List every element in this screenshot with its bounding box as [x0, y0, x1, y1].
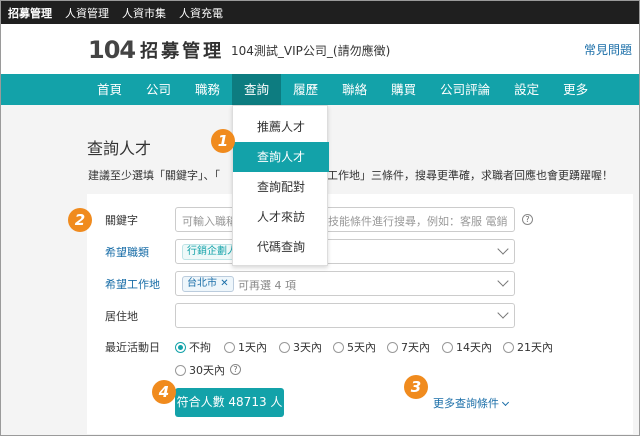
radio-icon — [503, 341, 514, 353]
radio-label: 7天內 — [401, 341, 430, 354]
browser-frame: 招募管理 人資管理 人資市集 人資充電 104 招募管理 104測試_VIP公司… — [0, 0, 640, 436]
radio-21day[interactable]: 21天內 — [503, 339, 553, 355]
step-badge-4: 4 — [152, 380, 176, 404]
company-name: 104測試_VIP公司_(請勿應徵) — [231, 44, 391, 58]
location-tag-text: 台北市 — [187, 278, 217, 289]
chevron-down-icon — [497, 243, 509, 255]
nav-more[interactable]: 更多 — [551, 74, 600, 105]
radio-label: 不拘 — [189, 341, 211, 354]
residence-select[interactable] — [175, 303, 515, 328]
radio-14day[interactable]: 14天內 — [442, 339, 492, 355]
more-criteria-link[interactable]: 更多查詢條件 — [433, 395, 510, 411]
radio-5day[interactable]: 5天內 — [333, 339, 376, 355]
nav-company-reviews[interactable]: 公司評論 — [428, 74, 502, 105]
faq-link[interactable]: 常見問題 — [584, 41, 632, 58]
help-icon[interactable]: ? — [230, 364, 241, 375]
radio-icon — [387, 341, 398, 353]
radio-1day[interactable]: 1天內 — [224, 339, 267, 355]
header: 104 招募管理 104測試_VIP公司_(請勿應徵) 常見問題 — [1, 24, 639, 74]
radio-label: 5天內 — [347, 341, 376, 354]
topbar-item-recruit[interactable]: 招募管理 — [8, 5, 52, 21]
menu-item-search-talent[interactable]: 查詢人才 — [233, 142, 329, 172]
more-criteria-label: 更多查詢條件 — [433, 397, 499, 410]
radio-icon — [224, 341, 235, 353]
menu-item-code-search[interactable]: 代碼查詢 — [233, 232, 329, 262]
main-nav: 首頁 公司 職務 查詢 履歷 聯絡 購買 公司評論 設定 更多 — [1, 74, 639, 105]
location-hint: 可再選 4 項 — [238, 279, 296, 292]
radio-selected-icon — [175, 341, 186, 353]
location-tag[interactable]: 台北市 ✕ — [182, 276, 234, 292]
nav-contact[interactable]: 聯絡 — [330, 74, 379, 105]
nav-search[interactable]: 查詢 — [232, 74, 282, 105]
logo-number: 104 — [88, 36, 136, 64]
chevron-down-icon — [497, 307, 509, 319]
help-icon[interactable]: ? — [522, 214, 533, 225]
radio-label: 1天內 — [238, 341, 267, 354]
nav-company[interactable]: 公司 — [134, 74, 183, 105]
nav-resumes[interactable]: 履歷 — [281, 74, 330, 105]
search-dropdown-menu: 推薦人才 查詢人才 查詢配對 人才來訪 代碼查詢 — [232, 105, 329, 266]
step-badge-3: 3 — [404, 375, 428, 399]
radio-7day[interactable]: 7天內 — [387, 339, 430, 355]
radio-any[interactable]: 不拘 — [175, 339, 211, 355]
keyword-placeholder-right: 技能條件進行搜尋，例如：客服 電銷 — [328, 215, 508, 228]
category-select[interactable]: 行銷企劃人 — [175, 239, 515, 264]
chevron-down-icon — [501, 398, 510, 407]
radio-icon — [279, 341, 290, 353]
nav-home[interactable]: 首頁 — [85, 74, 134, 105]
location-label: 希望工作地 — [105, 278, 160, 291]
menu-item-recommended[interactable]: 推薦人才 — [233, 112, 329, 142]
radio-30day[interactable]: 30天內 — [175, 362, 225, 378]
radio-label: 21天內 — [517, 341, 553, 354]
topbar-item-market[interactable]: 人資市集 — [122, 5, 166, 21]
activity-label: 最近活動日 — [105, 341, 160, 354]
step-badge-2: 2 — [68, 208, 92, 232]
nav-settings[interactable]: 設定 — [502, 74, 551, 105]
search-tip-left: 建議至少選填「關鍵字」、「 — [88, 169, 220, 182]
menu-item-talent-visits[interactable]: 人才來訪 — [233, 202, 329, 232]
radio-label: 3天內 — [293, 341, 322, 354]
keyword-input[interactable]: 可輸入職稱 技能條件進行搜尋，例如：客服 電銷 — [175, 207, 515, 232]
radio-label: 30天內 — [189, 364, 225, 377]
location-select[interactable]: 台北市 ✕ 可再選 4 項 — [175, 271, 515, 296]
step-badge-1: 1 — [211, 129, 235, 153]
logo[interactable]: 104 招募管理 — [88, 36, 224, 64]
submit-search-button[interactable]: 符合人數 48713 人 — [175, 388, 284, 417]
topbar-item-hr[interactable]: 人資管理 — [65, 5, 109, 21]
radio-icon — [333, 341, 344, 353]
close-icon[interactable]: ✕ — [220, 278, 228, 289]
keyword-label: 關鍵字 — [105, 214, 138, 227]
radio-label: 14天內 — [456, 341, 492, 354]
nav-jobs[interactable]: 職務 — [183, 74, 232, 105]
menu-item-search-match[interactable]: 查詢配對 — [233, 172, 329, 202]
radio-icon — [175, 364, 186, 376]
topbar-item-learning[interactable]: 人資充電 — [179, 5, 223, 21]
logo-text: 招募管理 — [140, 41, 225, 62]
residence-label: 居住地 — [105, 310, 138, 323]
nav-purchase[interactable]: 購買 — [379, 74, 428, 105]
radio-3day[interactable]: 3天內 — [279, 339, 322, 355]
radio-icon — [442, 341, 453, 353]
top-bar: 招募管理 人資管理 人資市集 人資充電 — [1, 1, 639, 24]
page-title: 查詢人才 — [87, 139, 152, 158]
search-tip-right: 望工作地」三條件，搜尋更準確，求職者回應也會更踴躍喔！ — [316, 169, 613, 182]
category-label: 希望職類 — [105, 246, 149, 259]
